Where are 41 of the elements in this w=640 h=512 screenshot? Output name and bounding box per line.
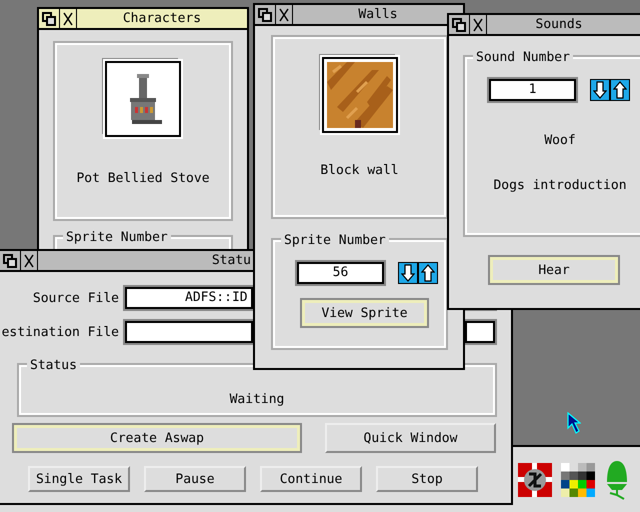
title-bar[interactable]: Sounds [449, 15, 640, 36]
back-icon[interactable] [39, 9, 60, 28]
field-label: estination File [0, 324, 120, 340]
task-button[interactable]: Continue [260, 466, 362, 492]
action-button[interactable]: Quick Window [325, 423, 496, 453]
back-icon[interactable] [449, 15, 470, 34]
action-button[interactable]: Create Aswap [12, 423, 302, 453]
group-label: Sprite Number [281, 232, 389, 250]
window-title: Walls [357, 6, 399, 24]
pointer-icon [567, 412, 581, 434]
increment-arrow-button[interactable] [610, 79, 630, 101]
window-title: Sounds [534, 16, 584, 34]
hear-button[interactable]: Hear [488, 255, 620, 285]
source-file-field[interactable]: ADFS::ID [125, 287, 253, 309]
title-bar[interactable]: Walls [255, 5, 463, 26]
window-title: Statu [210, 252, 252, 270]
group-label: Sprite Number [63, 229, 171, 247]
increment-arrow-button[interactable] [418, 262, 438, 284]
task-button[interactable]: Stop [376, 466, 478, 492]
destination-file-field[interactable] [465, 321, 495, 343]
sound-number-field[interactable]: 1 [489, 79, 576, 101]
destination-file-field[interactable] [125, 321, 253, 343]
field-label: Source File [32, 290, 120, 306]
title-bar[interactable]: Characters [39, 9, 247, 30]
back-icon[interactable] [255, 5, 276, 24]
decrement-arrow-button[interactable] [398, 262, 418, 284]
task-button[interactable]: Pause [144, 466, 246, 492]
title-bar[interactable]: Statu [0, 251, 253, 272]
sprite-caption: Pot Bellied Stove [76, 171, 210, 186]
sprite-caption: Block wall [320, 163, 399, 178]
sound-name: Woof [543, 133, 577, 148]
status-text: Waiting [228, 392, 286, 407]
back-icon[interactable] [0, 251, 21, 270]
emblem-icon[interactable] [518, 462, 552, 496]
task-button[interactable]: Single Task [28, 466, 130, 492]
decrement-arrow-button[interactable] [590, 79, 610, 101]
sound-description: Dogs introduction [492, 178, 628, 193]
window-title: Characters [122, 10, 202, 28]
sprite-number-field[interactable]: 56 [297, 262, 384, 284]
view-sprite-button[interactable]: View Sprite [300, 298, 429, 328]
palette-icon[interactable] [561, 462, 595, 496]
